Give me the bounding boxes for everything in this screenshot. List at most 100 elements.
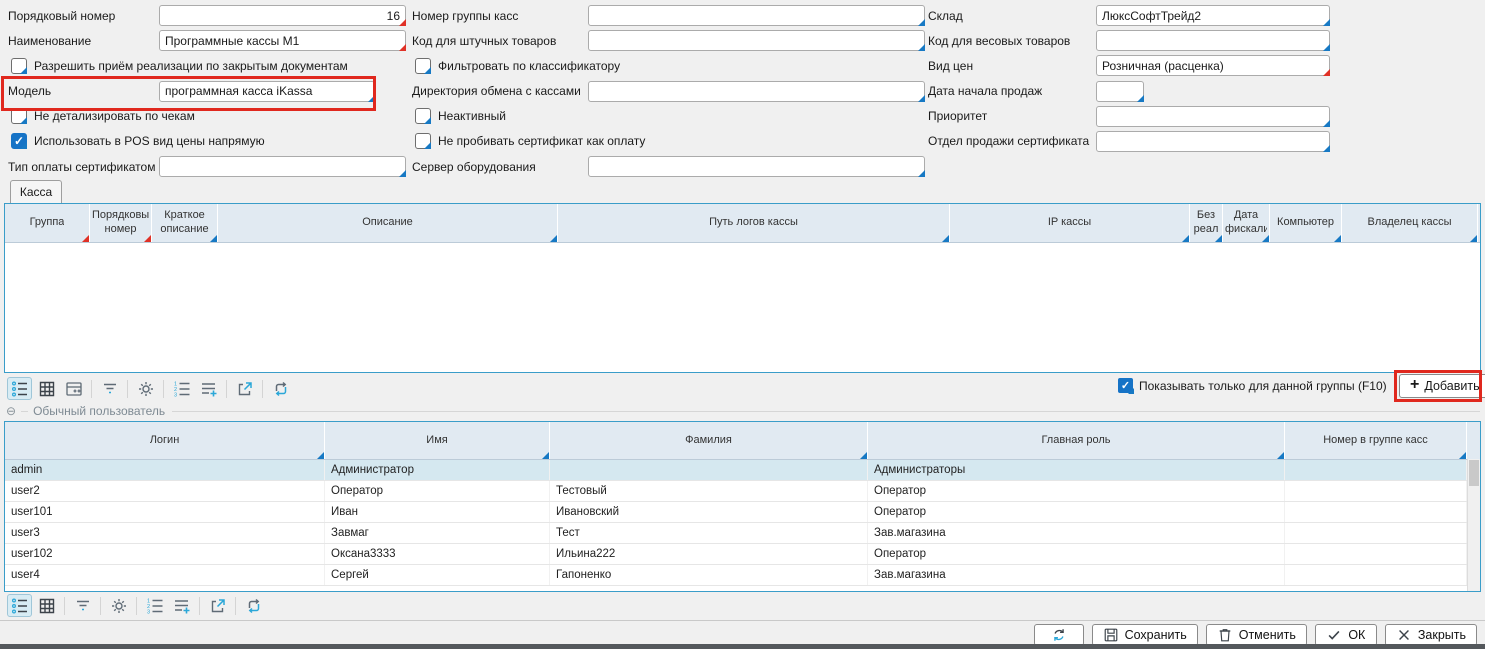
no-detail-by-receipts-checkbox[interactable] bbox=[11, 108, 27, 124]
table-cell: admin bbox=[5, 460, 325, 480]
equipment-server-input[interactable] bbox=[588, 156, 925, 177]
table-cell: user2 bbox=[5, 481, 325, 501]
numbered-list-icon[interactable]: 123 bbox=[142, 594, 167, 617]
toolbar-separator bbox=[235, 597, 236, 615]
toolbar-separator bbox=[199, 597, 200, 615]
column-header-short-description[interactable]: Краткое описание bbox=[152, 204, 218, 242]
list-view-icon[interactable] bbox=[7, 594, 32, 617]
use-pos-price-type-checkbox[interactable]: ✓ bbox=[11, 133, 27, 149]
close-button[interactable]: Закрыть bbox=[1385, 624, 1477, 646]
users-table: ЛогинИмя Фамилия Главная роль Номер в групп… bbox=[4, 421, 1481, 592]
table-row[interactable]: user2ОператорТестовыйОператор bbox=[5, 481, 1480, 502]
column-header-label: Номер в группе касс bbox=[1323, 434, 1428, 448]
filter-icon[interactable] bbox=[70, 594, 95, 617]
vertical-scrollbar[interactable] bbox=[1467, 459, 1480, 591]
tab-kassa[interactable]: Касса bbox=[10, 180, 62, 203]
column-header-computer[interactable]: Компьютер bbox=[1270, 204, 1342, 242]
refresh-loop-icon[interactable] bbox=[241, 594, 266, 617]
form-row: Тип оплаты сертификатом bbox=[8, 156, 406, 177]
column-header-ip[interactable]: IP кассы bbox=[950, 204, 1190, 242]
list-view-icon[interactable] bbox=[7, 377, 32, 400]
table-cell: Оператор bbox=[868, 481, 1285, 501]
filter-icon[interactable] bbox=[97, 377, 122, 400]
filter-by-classifier-checkbox[interactable] bbox=[415, 58, 431, 74]
column-header-main-role[interactable]: Главная роль bbox=[868, 422, 1285, 459]
refresh-loop-icon[interactable] bbox=[268, 377, 293, 400]
column-header-description[interactable]: Описание bbox=[218, 204, 558, 242]
table-cell: Зав.магазина bbox=[868, 565, 1285, 585]
column-header-owner[interactable]: Владелец кассы bbox=[1342, 204, 1478, 242]
toolbar-separator bbox=[64, 597, 65, 615]
form-row: Разрешить приём реализации по закрытым д… bbox=[8, 55, 406, 76]
toolbar-separator bbox=[127, 380, 128, 398]
gear-icon[interactable] bbox=[106, 594, 131, 617]
name-value: Программные кассы М1 bbox=[165, 34, 400, 48]
kassa-table-toolbar: 123 bbox=[6, 376, 294, 401]
column-header-seq-number[interactable]: Порядковый номер bbox=[90, 204, 152, 242]
column-header-label: Фамилия bbox=[685, 434, 732, 448]
inactive-checkbox[interactable] bbox=[415, 108, 431, 124]
table-row[interactable]: adminАдминистраторАдминистраторы bbox=[5, 460, 1480, 481]
column-header-login[interactable]: Логин bbox=[5, 422, 325, 459]
weight-goods-code-input[interactable] bbox=[1096, 30, 1330, 51]
gear-icon[interactable] bbox=[133, 377, 158, 400]
table-cell bbox=[1285, 502, 1467, 522]
grid-view-icon[interactable] bbox=[34, 594, 59, 617]
add-list-icon[interactable] bbox=[196, 377, 221, 400]
grid-view-icon[interactable] bbox=[34, 377, 59, 400]
sequence-number-input[interactable]: 16 bbox=[159, 5, 406, 26]
add-list-icon[interactable] bbox=[169, 594, 194, 617]
certificate-payment-type-input[interactable] bbox=[159, 156, 406, 177]
sales-start-date-input[interactable] bbox=[1096, 81, 1144, 102]
priority-input[interactable] bbox=[1096, 106, 1330, 127]
form-row: Код для штучных товаров bbox=[412, 30, 925, 51]
column-header-log-path[interactable]: Путь логов кассы bbox=[558, 204, 950, 242]
price-type-input[interactable]: Розничная (расценка) bbox=[1096, 55, 1330, 76]
table-row[interactable]: user101ИванИвановскийОператор bbox=[5, 502, 1480, 523]
column-header-label: IP кассы bbox=[1048, 216, 1091, 230]
column-header-first-name[interactable]: Имя bbox=[325, 422, 550, 459]
refresh-button[interactable] bbox=[1034, 624, 1084, 646]
ok-button-label: ОК bbox=[1348, 628, 1365, 642]
table-row[interactable]: user3ЗавмагТестЗав.магазина bbox=[5, 523, 1480, 544]
cancel-button[interactable]: Отменить bbox=[1206, 624, 1307, 646]
form-row: Вид ценРозничная (расценка) bbox=[928, 55, 1330, 76]
column-header-label: Группа bbox=[30, 216, 65, 230]
calendar-view-icon[interactable] bbox=[61, 377, 86, 400]
piece-goods-code-input[interactable] bbox=[588, 30, 925, 51]
open-external-icon[interactable] bbox=[232, 377, 257, 400]
ok-button[interactable]: ОК bbox=[1315, 624, 1377, 646]
column-header-group[interactable]: Группа bbox=[5, 204, 90, 242]
column-header-number-in-group[interactable]: Номер в группе касс bbox=[1285, 422, 1467, 459]
show-only-group-checkbox[interactable]: ✓ bbox=[1118, 378, 1133, 393]
allow-sales-closed-docs-checkbox[interactable] bbox=[11, 58, 27, 74]
collapse-icon[interactable]: ⊖ bbox=[6, 404, 16, 418]
name-input[interactable]: Программные кассы М1 bbox=[159, 30, 406, 51]
warehouse-input[interactable]: ЛюксСофтТрейд2 bbox=[1096, 5, 1330, 26]
column-header-label: Описание bbox=[362, 216, 413, 230]
column-header-no-sales[interactable]: Без реал bbox=[1190, 204, 1223, 242]
save-button[interactable]: Сохранить bbox=[1092, 624, 1198, 646]
model-input[interactable]: программная касса iKassa bbox=[159, 81, 375, 102]
column-header-last-name[interactable]: Фамилия bbox=[550, 422, 868, 459]
toolbar-separator bbox=[262, 380, 263, 398]
exchange-directory-input[interactable] bbox=[588, 81, 925, 102]
cash-group-number-input[interactable] bbox=[588, 5, 925, 26]
scrollbar-thumb[interactable] bbox=[1469, 460, 1479, 486]
form-column-2: Номер группы кассКод для штучных товаров… bbox=[412, 5, 925, 181]
open-external-icon[interactable] bbox=[205, 594, 230, 617]
use-pos-price-type-label: Использовать в POS вид цены напрямую bbox=[34, 134, 265, 148]
price-type-label: Вид цен bbox=[928, 59, 1096, 73]
add-button[interactable]: + Добавить bbox=[1399, 374, 1485, 398]
table-row[interactable]: user4СергейГапоненкоЗав.магазина bbox=[5, 565, 1480, 586]
numbered-list-icon[interactable]: 123 bbox=[169, 377, 194, 400]
form-row: ✓ Использовать в POS вид цены напрямую bbox=[8, 131, 406, 152]
form-row: Дата начала продаж bbox=[928, 81, 1330, 102]
table-cell: Администратор bbox=[325, 460, 550, 480]
table-row[interactable]: user102Оксана3333Ильина222Оператор bbox=[5, 544, 1480, 565]
certificate-sales-department-label: Отдел продажи сертификата bbox=[928, 134, 1096, 148]
column-header-fiscal-date[interactable]: Дата фискализ bbox=[1223, 204, 1270, 242]
no-certificate-as-payment-checkbox[interactable] bbox=[415, 133, 431, 149]
certificate-sales-department-input[interactable] bbox=[1096, 131, 1330, 152]
groupbox-line bbox=[21, 411, 28, 412]
